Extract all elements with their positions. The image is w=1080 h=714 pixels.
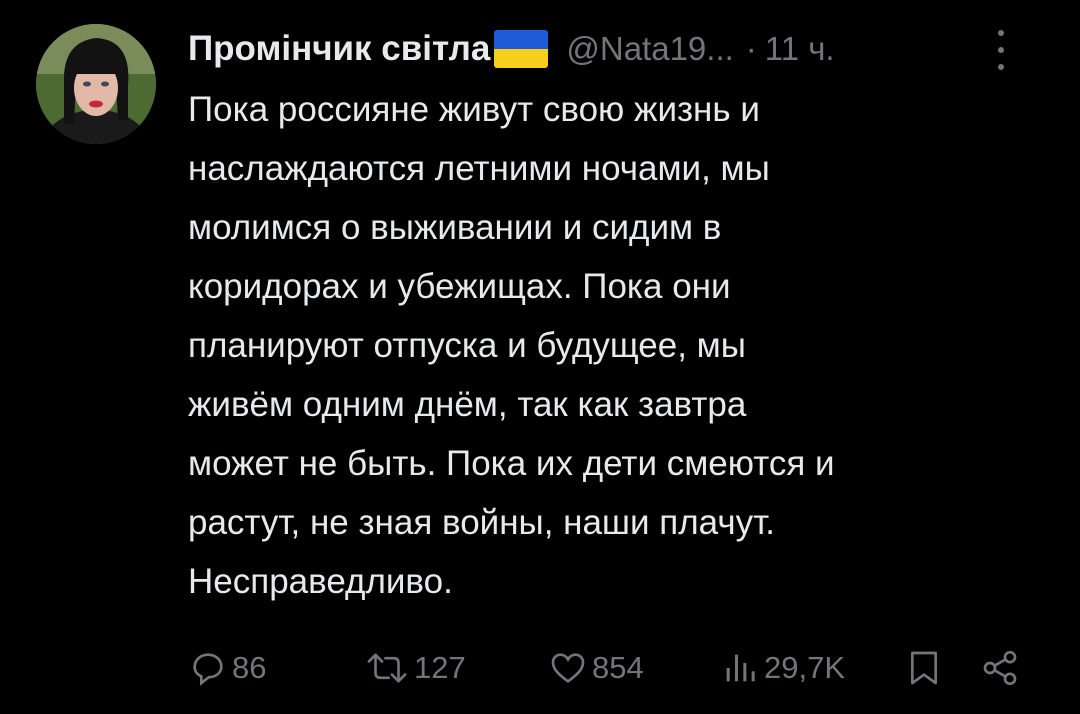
- repost-button[interactable]: 127: [364, 640, 466, 696]
- author-handle[interactable]: @Nata19...: [566, 30, 733, 68]
- reply-count: 86: [232, 650, 267, 685]
- author-name[interactable]: Промінчик світла: [188, 29, 490, 69]
- reply-icon: [193, 653, 223, 686]
- tweet-text-line: молимся о выживании и сидим в: [188, 208, 722, 247]
- bookmark-icon: [911, 651, 937, 685]
- views-button[interactable]: 29,7K: [720, 640, 845, 696]
- more-icon[interactable]: [996, 30, 1006, 70]
- avatar[interactable]: [36, 24, 156, 144]
- like-icon: [551, 653, 585, 683]
- like-button[interactable]: 854: [548, 640, 644, 696]
- tweet-text-line: Несправедливо.: [188, 562, 453, 601]
- reply-button[interactable]: 86: [188, 640, 266, 696]
- separator-dot: ·: [745, 30, 757, 67]
- repost-count: 127: [414, 650, 466, 685]
- share-button[interactable]: [980, 640, 1020, 696]
- timestamp[interactable]: 11 ч.: [765, 30, 835, 68]
- flag-ukraine-icon: [494, 30, 549, 68]
- views-icon: [726, 654, 755, 682]
- tweet-text-line: наслаждаются летними ночами, мы: [188, 149, 770, 188]
- tweet-text-line: может не быть. Пока их дети смеются и: [188, 444, 835, 483]
- tweet-text-line: Пока россияне живут свою жизнь и: [188, 90, 760, 129]
- tweet-text: Пока россияне живут свою жизнь и наслажд…: [188, 80, 1048, 611]
- tweet-text-line: коридорах и убежищах. Пока они: [188, 267, 731, 306]
- like-count: 854: [592, 650, 644, 685]
- tweet-text-line: растут, не зная войны, наши плачут.: [188, 503, 775, 542]
- share-icon: [983, 650, 1017, 686]
- tweet-text-line: живём одним днём, так как завтра: [188, 385, 747, 424]
- tweet-text-line: планируют отпуска и будущее, мы: [188, 326, 746, 365]
- action-bar: 86 127 854 29,7K: [188, 640, 1028, 696]
- tweet-header: Промінчик світла @Nata19... · 11 ч.: [188, 24, 1048, 74]
- views-count: 29,7K: [764, 650, 846, 685]
- bookmark-button[interactable]: [904, 640, 944, 696]
- repost-icon: [367, 653, 407, 683]
